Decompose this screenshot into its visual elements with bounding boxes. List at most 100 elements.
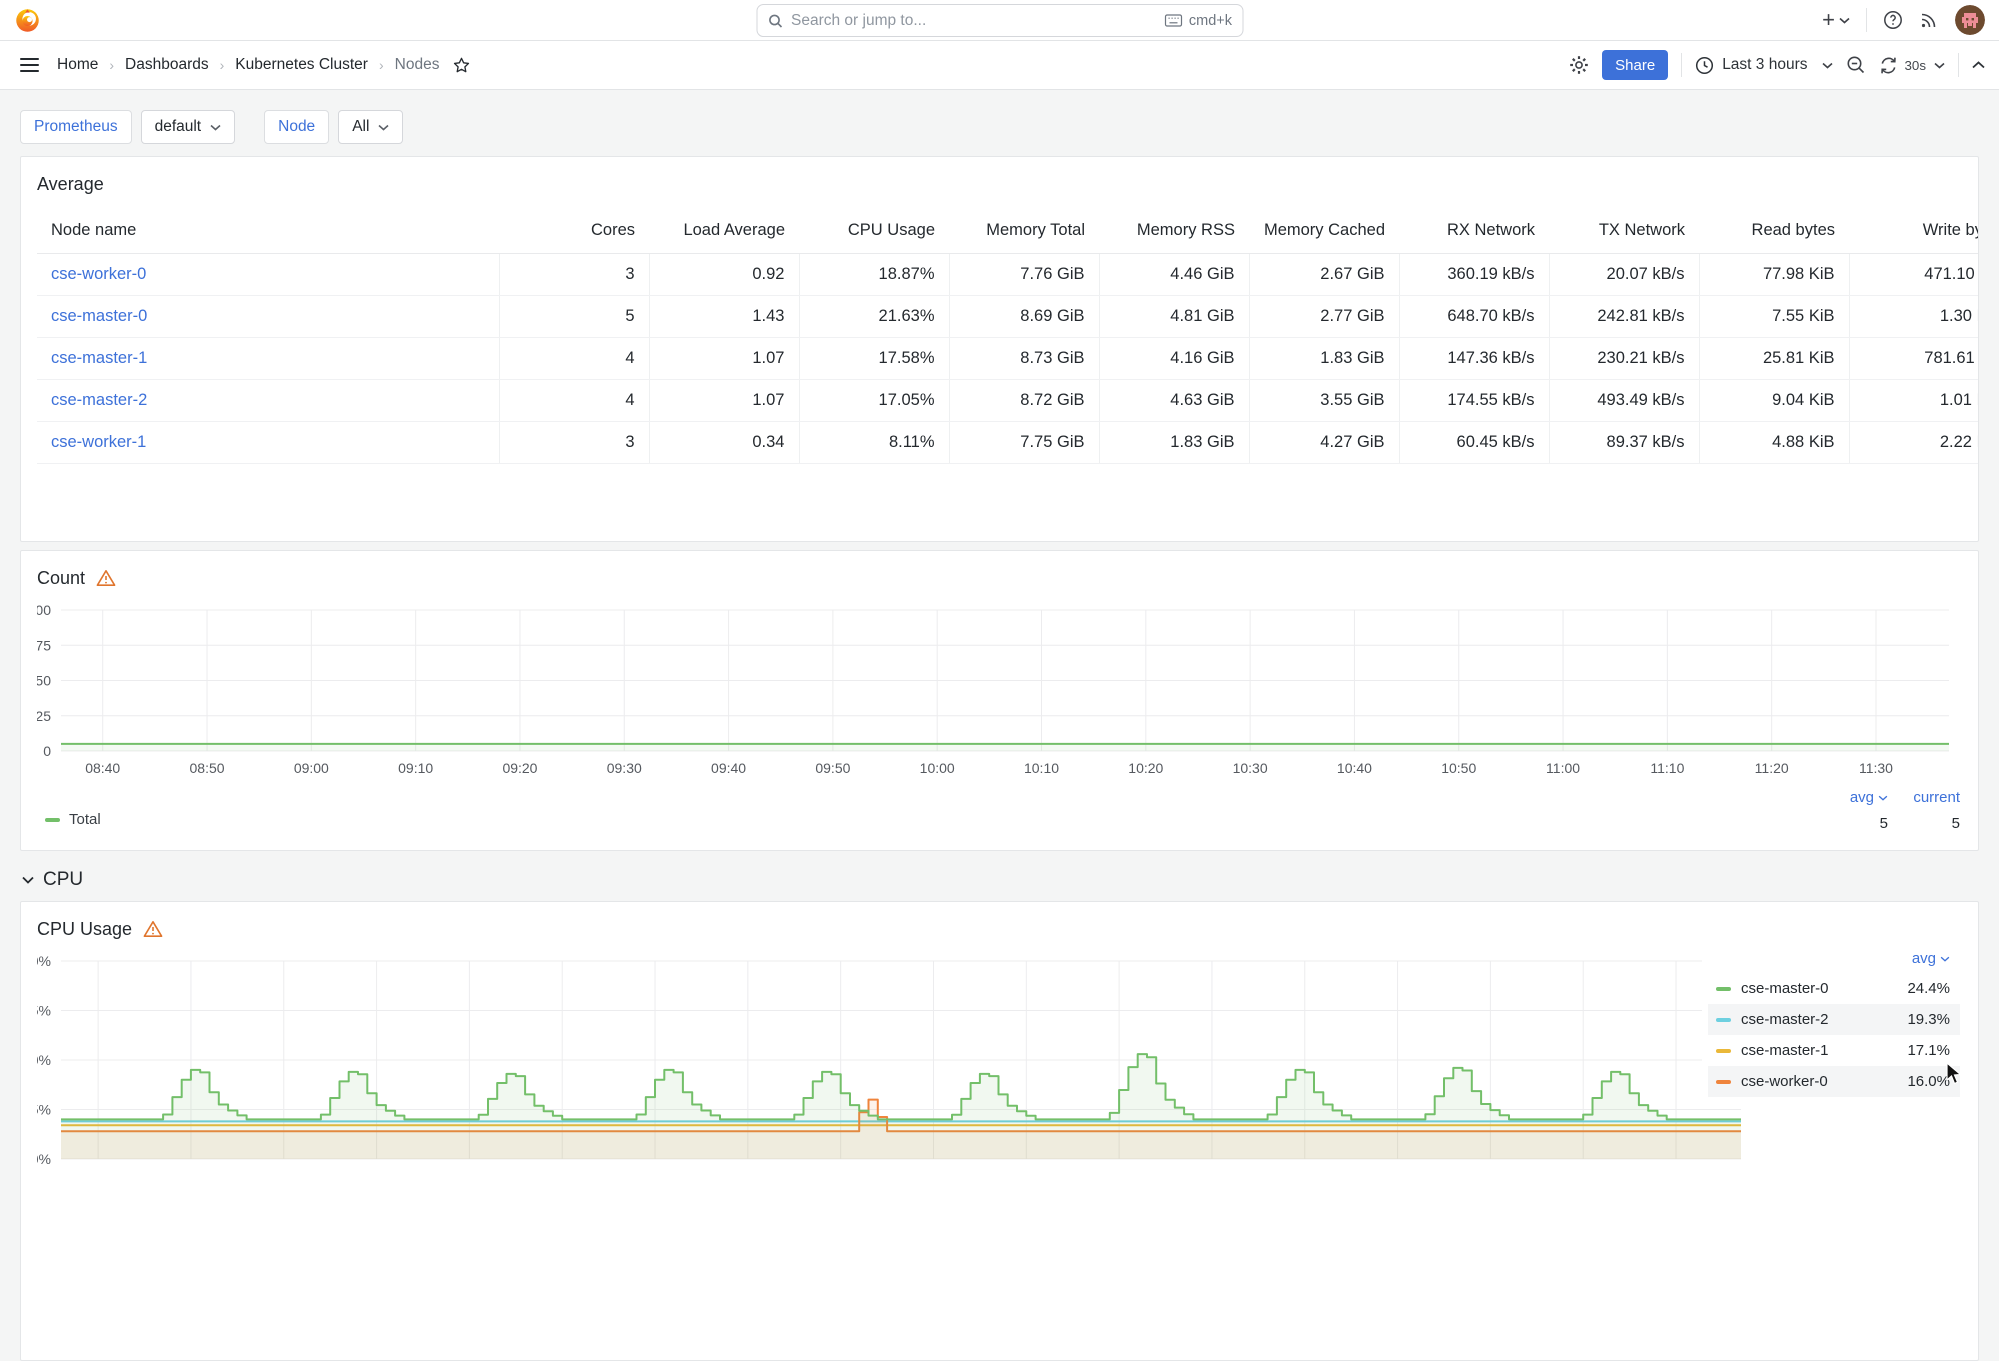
node-value-dropdown[interactable]: All	[338, 110, 403, 144]
column-header[interactable]: Memory RSS	[1099, 209, 1249, 253]
node-label-button[interactable]: Node	[264, 110, 329, 144]
share-button[interactable]: Share	[1602, 50, 1668, 80]
legend-row[interactable]: cse-master-2 19.3%	[1708, 1004, 1960, 1035]
legend-current-value: 5	[1888, 815, 1960, 832]
keyboard-icon	[1165, 14, 1183, 27]
value-cell: 8.11%	[799, 421, 949, 463]
value-cell: 230.21 kB/s	[1549, 337, 1699, 379]
search-input[interactable]: Search or jump to... cmd+k	[756, 4, 1243, 37]
panel-title[interactable]: Average	[37, 174, 104, 195]
refresh-interval-picker[interactable]: 30s	[1905, 58, 1946, 73]
menu-toggle-button[interactable]	[20, 58, 39, 73]
legend-row[interactable]: cse-master-024.4%	[1708, 973, 1960, 1004]
dashboard-settings-button[interactable]	[1569, 55, 1589, 75]
panel-warning-icon[interactable]	[96, 569, 116, 587]
legend-calc-avg[interactable]: avg	[1818, 789, 1888, 806]
zoom-out-button[interactable]	[1846, 55, 1866, 75]
value-cell: 648.70 kB/s	[1399, 295, 1549, 337]
datasource-label-button[interactable]: Prometheus	[20, 110, 132, 144]
search-placeholder: Search or jump to...	[791, 12, 1157, 30]
chevron-down-icon	[22, 876, 34, 884]
zoom-out-icon	[1846, 55, 1866, 75]
add-menu-button[interactable]: +	[1822, 9, 1850, 31]
grafana-logo-icon[interactable]	[14, 7, 41, 34]
legend-stats: avg current 5 5	[1818, 789, 1960, 832]
column-header[interactable]: Read bytes	[1699, 209, 1849, 253]
value-cell: 2.67 GiB	[1249, 253, 1399, 295]
value-cell: 4.16 GiB	[1099, 337, 1249, 379]
column-header[interactable]: Cores	[499, 209, 649, 253]
svg-text:100%: 100%	[37, 953, 51, 969]
svg-text:09:20: 09:20	[502, 760, 537, 776]
svg-text:0: 0	[43, 743, 51, 759]
column-header[interactable]: TX Network	[1549, 209, 1699, 253]
breadcrumb-kubernetes-cluster[interactable]: Kubernetes Cluster	[235, 56, 368, 74]
divider	[1866, 8, 1867, 32]
svg-text:08:40: 08:40	[85, 760, 120, 776]
news-button[interactable]	[1919, 10, 1939, 30]
node-link[interactable]: cse-worker-0	[51, 265, 146, 283]
column-header[interactable]: Load Average	[649, 209, 799, 253]
value-cell: 1.30 MiB	[1849, 295, 1979, 337]
svg-text:10:30: 10:30	[1233, 760, 1268, 776]
dashboard-body: Prometheus default Node All Average Node…	[0, 110, 1999, 1361]
column-header[interactable]: RX Network	[1399, 209, 1549, 253]
legend-series-value: 19.3%	[1907, 1011, 1950, 1028]
svg-text:11:10: 11:10	[1650, 760, 1684, 776]
favorite-star-button[interactable]	[452, 56, 471, 75]
series-color-swatch	[1716, 1049, 1731, 1053]
cpu-section-header[interactable]: CPU	[22, 869, 1979, 891]
svg-text:25: 25	[37, 708, 51, 724]
svg-text:75%: 75%	[37, 1003, 51, 1019]
legend-series-name: cse-master-2	[1741, 1011, 1829, 1028]
chevron-up-icon	[1972, 61, 1985, 69]
breadcrumb-home[interactable]: Home	[57, 56, 98, 74]
breadcrumb-dashboards[interactable]: Dashboards	[125, 56, 209, 74]
chevron-down-icon	[1940, 956, 1950, 962]
legend-series-total[interactable]: Total	[45, 811, 101, 828]
time-range-picker[interactable]: Last 3 hours	[1695, 56, 1832, 75]
legend-series-value: 24.4%	[1907, 980, 1950, 997]
cpu-usage-chart[interactable]: 0%25%50%75%100%	[37, 944, 1964, 1244]
help-button[interactable]	[1883, 10, 1903, 30]
node-link[interactable]: cse-worker-1	[51, 433, 146, 451]
node-link[interactable]: cse-master-2	[51, 391, 147, 409]
section-title: CPU	[43, 869, 83, 891]
legend-row[interactable]: cse-worker-016.0%	[1708, 1066, 1960, 1097]
value-cell: 4	[499, 379, 649, 421]
table-header-row: Node nameCoresLoad AverageCPU UsageMemor…	[37, 209, 1979, 253]
user-avatar[interactable]	[1955, 5, 1985, 35]
datasource-value-dropdown[interactable]: default	[141, 110, 236, 144]
node-link[interactable]: cse-master-0	[51, 307, 147, 325]
panel-warning-icon[interactable]	[143, 920, 163, 938]
count-chart[interactable]: 025507510008:4008:5009:0009:1009:2009:30…	[37, 591, 1964, 783]
svg-text:25%: 25%	[37, 1102, 51, 1118]
legend-series-value: 17.1%	[1907, 1042, 1950, 1059]
legend-calc-avg[interactable]: avg	[1912, 950, 1950, 967]
series-color-swatch	[1716, 1018, 1731, 1022]
column-header[interactable]: Node name	[37, 209, 499, 253]
value-cell: 3.55 GiB	[1249, 379, 1399, 421]
value-cell: 3	[499, 253, 649, 295]
breadcrumb-separator: ›	[379, 57, 384, 73]
node-link[interactable]: cse-master-1	[51, 349, 147, 367]
svg-text:100: 100	[37, 602, 51, 618]
panel-title[interactable]: Count	[37, 568, 85, 589]
dashboard-toolbar: Home › Dashboards › Kubernetes Cluster ›…	[0, 41, 1999, 90]
svg-text:10:20: 10:20	[1128, 760, 1163, 776]
legend-calc-current[interactable]: current	[1888, 789, 1960, 806]
column-header[interactable]: CPU Usage	[799, 209, 949, 253]
panel-title[interactable]: CPU Usage	[37, 919, 132, 940]
legend-series-name: cse-worker-0	[1741, 1073, 1828, 1090]
column-header[interactable]: Memory Cached	[1249, 209, 1399, 253]
value-cell: 4.46 GiB	[1099, 253, 1249, 295]
column-header[interactable]: Memory Total	[949, 209, 1099, 253]
collapse-toolbar-button[interactable]	[1972, 61, 1985, 69]
count-panel: Count 025507510008:4008:5009:0009:1009:2…	[20, 550, 1979, 851]
refresh-button[interactable]	[1879, 56, 1898, 75]
svg-text:10:00: 10:00	[920, 760, 955, 776]
legend-row[interactable]: cse-master-117.1%	[1708, 1035, 1960, 1066]
svg-text:09:50: 09:50	[815, 760, 850, 776]
cpu-legend: avg cse-master-024.4%cse-master-219.3%cs…	[1702, 948, 1960, 1097]
column-header[interactable]: Write bytes	[1849, 209, 1979, 253]
